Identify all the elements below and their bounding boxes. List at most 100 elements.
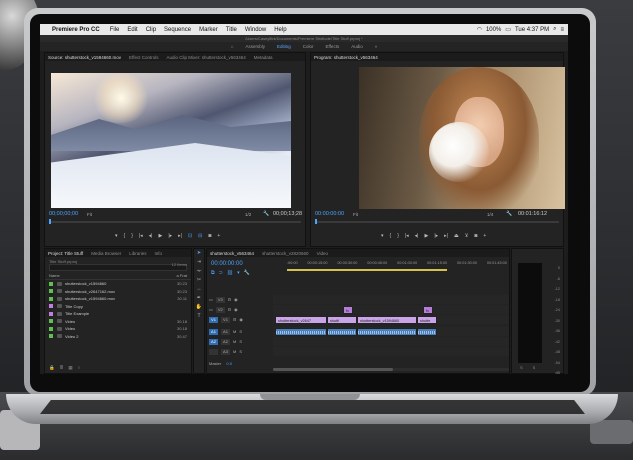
nest-icon[interactable]: ⧉	[211, 270, 215, 276]
add-marker-icon[interactable]: ▾	[115, 233, 118, 239]
source-playhead[interactable]	[49, 219, 51, 224]
eye-icon[interactable]: ◉	[239, 317, 243, 322]
timeline-settings-icon[interactable]: 🔧	[244, 270, 250, 276]
solo-icon[interactable]: S	[239, 329, 242, 334]
workspace-color[interactable]: Color	[303, 44, 314, 49]
eye-icon[interactable]: ◉	[234, 307, 238, 312]
track-label-v3[interactable]: V3	[215, 296, 225, 303]
menu-edit[interactable]: Edit	[123, 27, 141, 33]
workspace-assembly[interactable]: Assembly	[245, 44, 265, 49]
mark-in-icon[interactable]: {	[124, 233, 126, 239]
track-v2[interactable]: fx fx	[273, 305, 509, 314]
mute-icon[interactable]: M	[233, 339, 236, 344]
track-select-tool-icon[interactable]: ⇥	[194, 258, 204, 267]
program-timecode[interactable]: 00:00:00:00	[315, 211, 344, 217]
column-name[interactable]: Name	[49, 273, 60, 278]
tab-program[interactable]: Program: shutterstock_v563464	[314, 55, 378, 60]
selection-tool-icon[interactable]: ➤	[194, 249, 204, 258]
program-wrench-icon[interactable]: 🔧	[506, 211, 512, 217]
workspace-audio[interactable]: Audio	[351, 44, 363, 49]
battery-value[interactable]: 100%	[486, 27, 501, 33]
track-v3[interactable]	[273, 295, 509, 304]
video-clip[interactable]: shuttl	[327, 315, 357, 324]
audio-clip[interactable]	[275, 327, 327, 336]
razor-tool-icon[interactable]: ✂	[194, 276, 204, 285]
hand-tool-icon[interactable]: ✋	[194, 303, 204, 312]
more-workspaces-icon[interactable]: »	[375, 44, 378, 49]
source-video-frame[interactable]	[51, 73, 291, 208]
track-a1[interactable]	[273, 327, 509, 336]
scrollbar-thumb[interactable]	[273, 368, 393, 371]
program-export-frame-icon[interactable]: ◙	[474, 233, 477, 239]
insert-icon[interactable]: ⊡	[188, 233, 192, 239]
sync-icon[interactable]: ⊟	[228, 307, 231, 312]
menu-help[interactable]: Help	[270, 27, 290, 33]
extract-icon[interactable]: ⊻	[465, 233, 469, 239]
mark-out-icon[interactable]: }	[131, 233, 133, 239]
source-patch-a2[interactable]: A2	[209, 338, 218, 345]
work-area-bar[interactable]	[287, 269, 447, 271]
tab-media-browser[interactable]: Media Browser	[91, 251, 121, 256]
list-item[interactable]: Title Copy	[45, 303, 191, 311]
tab-info[interactable]: Info	[154, 251, 162, 256]
add-marker-timeline-icon[interactable]: ▾	[237, 270, 240, 276]
list-icon[interactable]: ≡	[560, 27, 564, 33]
add-button-icon[interactable]: +	[217, 233, 220, 239]
go-to-in-icon[interactable]: |◂	[139, 233, 143, 239]
list-view-icon[interactable]: ≣	[60, 365, 64, 371]
source-timecode[interactable]: 00;00;00;00	[49, 211, 78, 217]
program-playhead[interactable]	[315, 219, 317, 224]
list-item[interactable]: Title Example	[45, 310, 191, 318]
pen-tool-icon[interactable]: ✒	[194, 294, 204, 303]
list-item[interactable]: shutterstock_v2647162.mov 30.23	[45, 288, 191, 296]
video-clip[interactable]: shutte	[417, 315, 437, 324]
project-search-input[interactable]	[49, 264, 187, 271]
workspace-effects[interactable]: Effects	[326, 44, 340, 49]
track-label-a3[interactable]: A3	[221, 348, 230, 355]
timeline-ruler[interactable]: :00:00 00:00:15:00 00:00:30:00 00:00:45:…	[287, 261, 507, 265]
solo-icon[interactable]: S	[239, 349, 242, 354]
mute-icon[interactable]: M	[233, 349, 236, 354]
lock-track-icon[interactable]: ▭	[209, 307, 213, 312]
track-v1[interactable]: shutterstock_v2647 shuttl shutterstock_v…	[273, 315, 509, 324]
wrench-icon[interactable]: 🔧	[263, 211, 269, 217]
ripple-edit-tool-icon[interactable]: ⟛	[194, 267, 204, 276]
solo-left-button[interactable]: S	[520, 365, 523, 370]
search-icon[interactable]: ⌕	[553, 26, 556, 33]
title-clip[interactable]: fx	[343, 305, 353, 314]
step-back-icon[interactable]: ◂|	[149, 233, 153, 239]
linked-selection-icon[interactable]: ⛓	[227, 270, 233, 276]
solo-right-button[interactable]: S	[533, 365, 536, 370]
video-clip[interactable]: shutterstock_v2647	[275, 315, 327, 324]
title-clip[interactable]: fx	[423, 305, 433, 314]
tab-source[interactable]: Source: shutterstock_v1594660.mov	[48, 55, 121, 60]
tab-sequence-3[interactable]: Video	[317, 251, 328, 256]
lock-track-icon[interactable]: ▭	[209, 297, 213, 302]
program-step-forward-icon[interactable]: |▸	[434, 233, 438, 239]
tab-effect-controls[interactable]: Effect Controls	[129, 55, 158, 60]
track-a3[interactable]	[273, 347, 509, 356]
column-frame-rate[interactable]: a Frat	[177, 273, 187, 278]
zoom-slider-icon[interactable]: ○	[78, 365, 81, 371]
program-add-marker-icon[interactable]: ▾	[381, 233, 384, 239]
battery-icon[interactable]: ▭	[505, 26, 511, 33]
go-to-out-icon[interactable]: ▸|	[178, 233, 182, 239]
tab-sequence-1[interactable]: shutterstock_v563464	[210, 251, 254, 256]
step-forward-icon[interactable]: |▸	[168, 233, 172, 239]
track-label-v2[interactable]: V2	[215, 306, 225, 313]
program-step-back-icon[interactable]: ◂|	[415, 233, 419, 239]
master-volume[interactable]: 0.0	[226, 361, 232, 366]
audio-clip[interactable]	[327, 327, 357, 336]
eye-icon[interactable]: ◉	[234, 297, 238, 302]
snap-icon[interactable]: ⊃	[219, 270, 223, 276]
program-go-to-in-icon[interactable]: |◂	[405, 233, 409, 239]
program-video-frame[interactable]	[359, 67, 565, 209]
track-a2[interactable]	[273, 337, 509, 346]
list-item[interactable]: Video 2 30.47	[45, 333, 191, 341]
tab-project[interactable]: Project: Title Stuff	[48, 251, 83, 256]
program-time-ruler[interactable]	[315, 219, 559, 224]
program-fit-select[interactable]: Fit	[353, 212, 358, 217]
menu-sequence[interactable]: Sequence	[160, 27, 195, 33]
track-label-v1[interactable]: V1	[221, 316, 230, 323]
list-item[interactable]: Video 30.18	[45, 318, 191, 326]
